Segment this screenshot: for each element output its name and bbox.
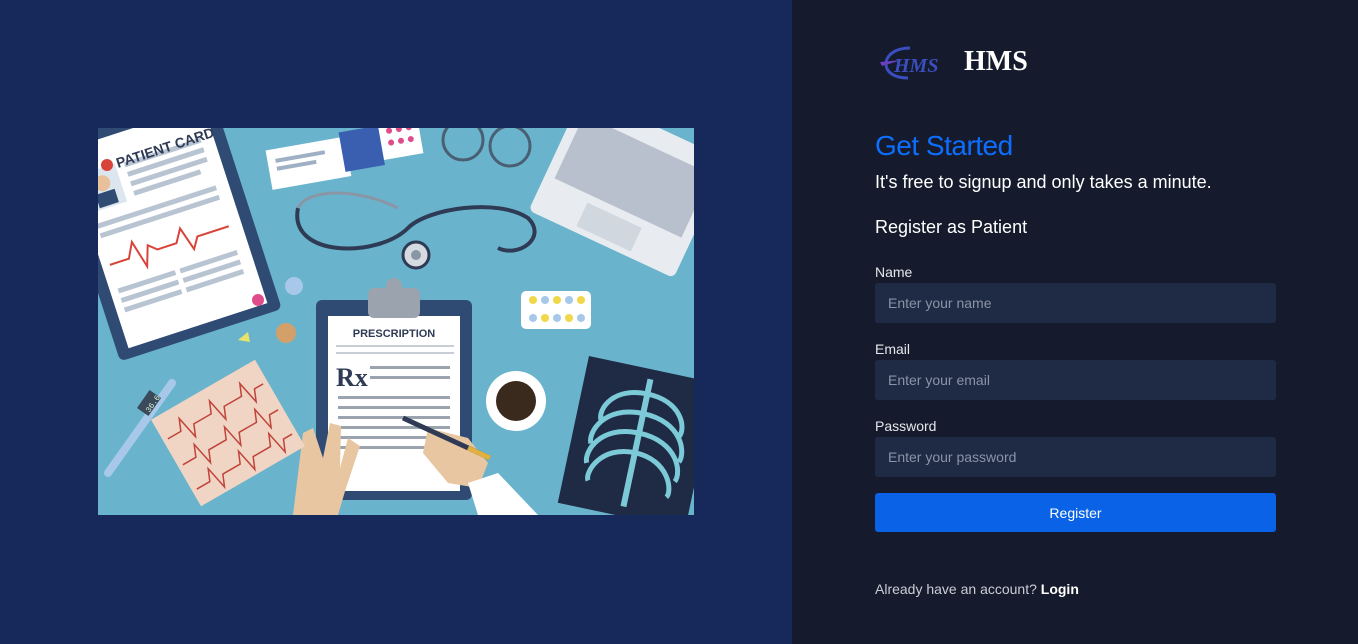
- register-button[interactable]: Register: [875, 493, 1276, 532]
- email-label: Email: [875, 341, 911, 357]
- password-label: Password: [875, 418, 937, 434]
- medical-desk-illustration: PATIENT CARD PRESCRIPTION Rx 36.6: [98, 128, 694, 515]
- login-prompt-text: Already have an account?: [875, 581, 1037, 597]
- rx-symbol: Rx: [336, 363, 368, 392]
- page-title: Get Started: [875, 130, 1013, 161]
- email-input[interactable]: [875, 360, 1276, 400]
- hms-logo-icon: HMS: [880, 46, 938, 80]
- name-input[interactable]: [875, 283, 1276, 323]
- name-label: Name: [875, 264, 913, 280]
- password-input[interactable]: [875, 437, 1276, 477]
- login-link[interactable]: Login: [1041, 581, 1079, 597]
- left-panel: PATIENT CARD PRESCRIPTION Rx 36.6: [0, 0, 792, 644]
- prescription-label: PRESCRIPTION: [353, 328, 436, 340]
- register-role-heading: Register as Patient: [875, 217, 1028, 237]
- register-panel: HMS HMS Get Started It's free to signup …: [792, 0, 1358, 644]
- hms-logo-text: HMS: [893, 55, 938, 77]
- brand-header: HMS HMS: [880, 42, 1028, 82]
- brand-name: HMS: [964, 46, 1028, 77]
- login-prompt: Already have an account? Login: [875, 581, 1079, 597]
- page-subtitle: It's free to signup and only takes a min…: [875, 172, 1212, 192]
